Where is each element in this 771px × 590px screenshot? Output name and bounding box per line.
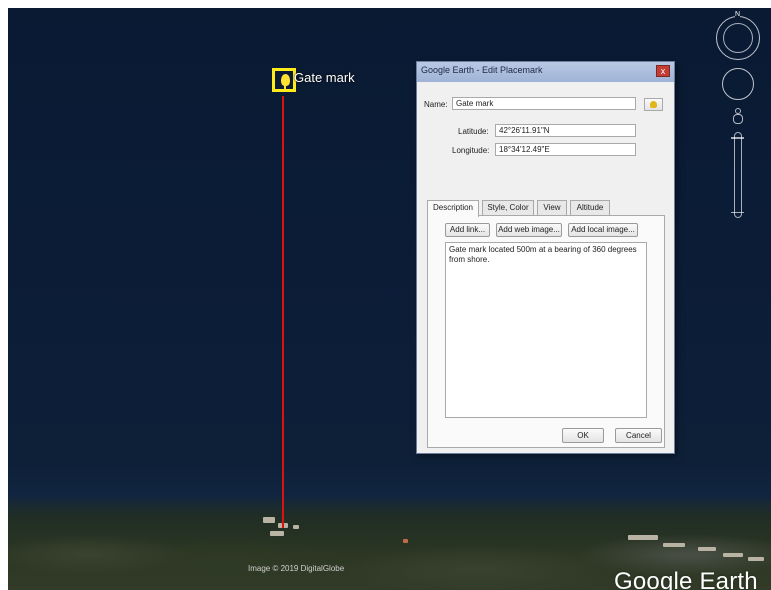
- pushpin-icon: [281, 74, 290, 90]
- tab-view[interactable]: View: [537, 200, 567, 216]
- name-label: Name:: [424, 100, 448, 109]
- street-view-person-icon[interactable]: [732, 108, 744, 124]
- longitude-field[interactable]: 18°34'12.49"E: [495, 143, 636, 156]
- compass-icon[interactable]: [716, 11, 760, 60]
- placemark-label[interactable]: Gate mark: [294, 70, 355, 85]
- ok-button[interactable]: OK: [562, 428, 604, 443]
- placemark-icon-button[interactable]: [644, 98, 663, 111]
- close-button[interactable]: x: [656, 65, 670, 77]
- latitude-label: Latitude:: [458, 127, 489, 136]
- google-earth-logo: Google Earth: [614, 568, 758, 590]
- placemark-line: [282, 96, 284, 528]
- latitude-field[interactable]: 42°26'11.91"N: [495, 124, 636, 137]
- placemark-pin[interactable]: [272, 68, 296, 92]
- look-joystick-icon[interactable]: [722, 68, 754, 100]
- pushpin-icon: [650, 101, 657, 108]
- tab-description[interactable]: Description: [427, 200, 479, 217]
- navigation-controls[interactable]: [714, 10, 764, 220]
- zoom-slider[interactable]: [731, 132, 744, 218]
- edit-placemark-dialog: Google Earth - Edit Placemark x Name: Ga…: [416, 61, 675, 454]
- description-textarea[interactable]: Gate mark located 500m at a bearing of 3…: [445, 242, 647, 418]
- add-link-button[interactable]: Add link...: [445, 223, 490, 237]
- name-field[interactable]: Gate mark: [452, 97, 636, 110]
- dialog-titlebar[interactable]: Google Earth - Edit Placemark x: [417, 62, 674, 82]
- add-local-image-button[interactable]: Add local image...: [568, 223, 638, 237]
- tab-style-color[interactable]: Style, Color: [482, 200, 534, 216]
- cancel-button[interactable]: Cancel: [615, 428, 662, 443]
- tab-altitude[interactable]: Altitude: [570, 200, 610, 216]
- longitude-label: Longitude:: [452, 146, 490, 155]
- imagery-credit: Image © 2019 DigitalGlobe: [248, 564, 345, 573]
- add-web-image-button[interactable]: Add web image...: [496, 223, 562, 237]
- dialog-title: Google Earth - Edit Placemark: [421, 65, 543, 75]
- description-panel: Add link... Add web image... Add local i…: [427, 215, 665, 448]
